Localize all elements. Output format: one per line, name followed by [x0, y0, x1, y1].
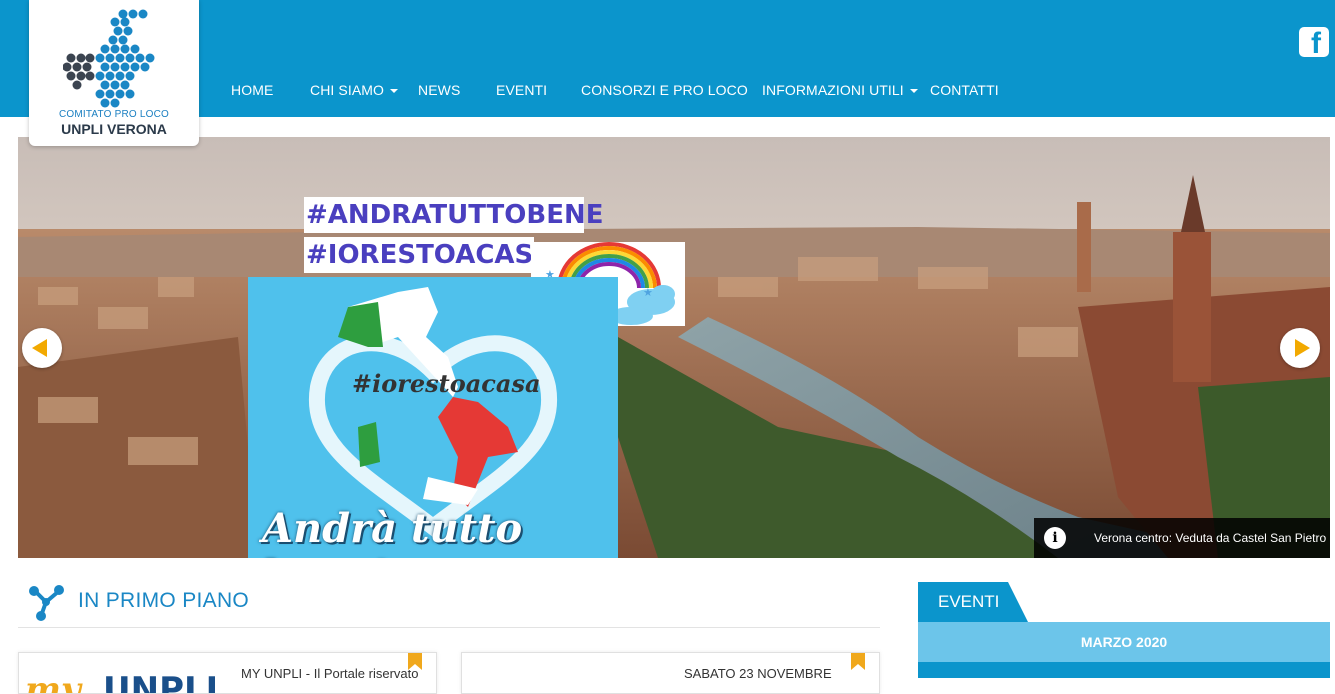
nav-label: NEWS: [418, 82, 461, 98]
nav-eventi[interactable]: EVENTI: [496, 82, 547, 98]
news-card[interactable]: my UNPLI MY UNPLI - Il Portale riservato: [18, 652, 437, 694]
section-divider: [18, 627, 880, 628]
svg-text:my: my: [25, 670, 83, 694]
poster-hashtag: #iorestoacasa: [352, 369, 541, 398]
slider-next-button[interactable]: [1280, 328, 1320, 368]
hero-slider: #ANDRATUTTOBENE #IORESTOACASA ★ ★ #iores…: [18, 137, 1330, 558]
nav-consorzi-pro-loco[interactable]: CONSORZI E PRO LOCO: [581, 82, 748, 98]
facebook-f-glyph: f: [1311, 27, 1321, 58]
svg-text:UNPLI: UNPLI: [103, 670, 215, 694]
caption-text: Verona centro: Veduta da Castel San Piet…: [1094, 531, 1327, 545]
bookmark-icon: [851, 653, 865, 670]
unpli-logo-icon: [63, 9, 155, 108]
hashtag-iorestoacasa: #IORESTOACASA: [304, 237, 553, 273]
nav-informazioni-utili[interactable]: INFORMAZIONI UTILI: [762, 82, 918, 98]
nav-home[interactable]: HOME: [231, 82, 273, 98]
arrow-right-icon: [1295, 339, 1310, 357]
caret-down-icon: [909, 89, 918, 94]
verona-panorama-image: [18, 137, 1330, 558]
calendar-month-header: MARZO 2020: [918, 622, 1330, 662]
slide-caption: i Verona centro: Veduta da Castel San Pi…: [1034, 518, 1330, 558]
iorestoacasa-poster: #iorestoacasa Andrà tutto bene!: [248, 277, 618, 558]
myunpli-logo-image: my UNPLI: [25, 670, 215, 694]
site-logo[interactable]: COMITATO PRO LOCO UNPLI VERONA: [29, 0, 199, 146]
site-header: HOME CHI SIAMO NEWS EVENTI CONSORZI E PR…: [0, 0, 1335, 117]
facebook-icon[interactable]: f: [1299, 27, 1329, 57]
logo-subtitle: COMITATO PRO LOCO: [58, 109, 170, 120]
nav-label: CONSORZI E PRO LOCO: [581, 82, 748, 98]
logo-title: UNPLI VERONA: [61, 121, 167, 137]
nav-contatti[interactable]: CONTATTI: [930, 82, 999, 98]
news-card-title: SABATO 23 NOVEMBRE: [684, 666, 832, 681]
nav-label: CONTATTI: [930, 82, 999, 98]
network-icon: [29, 585, 64, 621]
section-title-in-primo-piano: IN PRIMO PIANO: [78, 589, 250, 612]
hashtag-andratuttobene: #ANDRATUTTOBENE: [304, 197, 604, 233]
news-card-title: MY UNPLI - Il Portale riservato: [241, 666, 419, 681]
poster-slogan: Andrà tutto bene!: [262, 505, 523, 558]
nav-news[interactable]: NEWS: [418, 82, 460, 98]
arrow-left-icon: [32, 339, 47, 357]
nav-chi-siamo[interactable]: CHI SIAMO: [310, 82, 399, 98]
eventi-widget-tab: EVENTI: [918, 582, 1028, 622]
slider-prev-button[interactable]: [22, 328, 62, 368]
calendar-weekday-bar: [918, 662, 1330, 678]
nav-label: EVENTI: [496, 82, 548, 98]
bookmark-icon: [408, 653, 422, 670]
nav-label: HOME: [231, 82, 274, 98]
info-icon[interactable]: i: [1044, 527, 1066, 549]
svg-text:★: ★: [643, 286, 653, 299]
caret-down-icon: [390, 89, 399, 94]
nav-label: CHI SIAMO: [310, 82, 385, 98]
nav-label: INFORMAZIONI UTILI: [762, 82, 904, 98]
news-card[interactable]: SABATO 23 NOVEMBRE: [461, 652, 880, 694]
eventi-widget-title: EVENTI: [938, 592, 1000, 611]
